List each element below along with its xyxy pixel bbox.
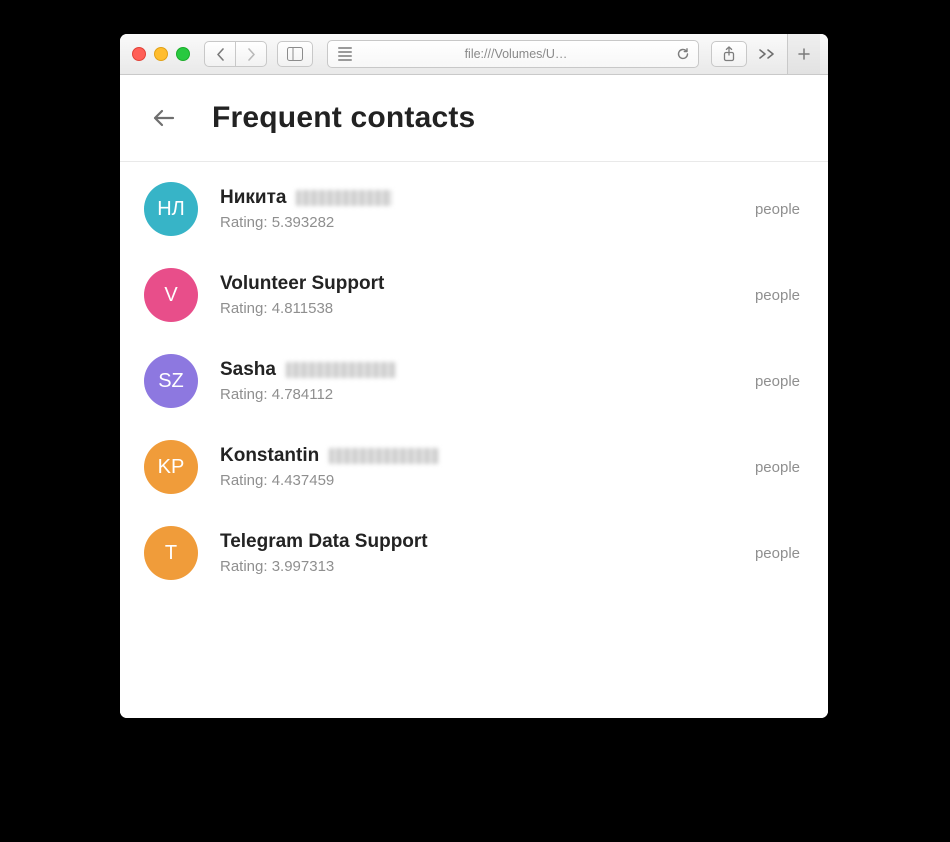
contacts-list: НЛ Никита Rating: 5.393282 people V Volunteer…: [120, 162, 828, 604]
contact-name-visible: Konstantin: [220, 445, 319, 467]
contact-name: Sasha: [220, 359, 743, 381]
rating-value: 4.437459: [272, 472, 335, 489]
back-button[interactable]: [204, 41, 236, 67]
contact-rating: Rating: 3.997313: [220, 558, 743, 575]
close-window-button[interactable]: [132, 47, 146, 61]
forward-button[interactable]: [236, 41, 267, 67]
contact-info: Sasha Rating: 4.784112: [220, 359, 743, 403]
contact-tag: people: [755, 287, 800, 304]
nav-buttons: [204, 41, 267, 67]
avatar: SZ: [144, 354, 198, 408]
share-button[interactable]: [711, 41, 747, 67]
address-bar[interactable]: file:///Volumes/U…: [327, 40, 699, 68]
rating-value: 5.393282: [272, 214, 335, 231]
avatar: НЛ: [144, 182, 198, 236]
rating-label: Rating:: [220, 386, 272, 403]
contact-info: Volunteer Support Rating: 4.811538: [220, 273, 743, 317]
contact-row[interactable]: KP Konstantin Rating: 4.437459 people: [120, 424, 828, 510]
contact-name-visible: Никита: [220, 187, 286, 209]
sidebar-toggle-button[interactable]: [277, 41, 313, 67]
page-content: Frequent contacts НЛ Никита Rating: 5.3932…: [120, 75, 828, 718]
contact-tag: people: [755, 459, 800, 476]
contact-row[interactable]: T Telegram Data Support Rating: 3.997313 pe…: [120, 510, 828, 596]
contact-rating: Rating: 4.437459: [220, 472, 743, 489]
contact-row[interactable]: V Volunteer Support Rating: 4.811538 people: [120, 252, 828, 338]
contact-name: Konstantin: [220, 445, 743, 467]
contact-row[interactable]: НЛ Никита Rating: 5.393282 people: [120, 166, 828, 252]
window-controls: [132, 47, 190, 61]
safari-window: file:///Volumes/U… Frequent cont: [120, 34, 828, 718]
minimize-window-button[interactable]: [154, 47, 168, 61]
contact-name: Никита: [220, 187, 743, 209]
page-header: Frequent contacts: [120, 75, 828, 162]
rating-value: 3.997313: [272, 558, 335, 575]
page-back-button[interactable]: [144, 98, 184, 138]
contact-rating: Rating: 4.811538: [220, 300, 743, 317]
contact-name-visible: Telegram Data Support: [220, 531, 428, 553]
contact-rating: Rating: 5.393282: [220, 214, 743, 231]
contact-rating: Rating: 4.784112: [220, 386, 743, 403]
rating-value: 4.811538: [272, 300, 333, 317]
avatar: T: [144, 526, 198, 580]
zoom-window-button[interactable]: [176, 47, 190, 61]
redacted-surname: [286, 362, 396, 378]
contact-info: Telegram Data Support Rating: 3.997313: [220, 531, 743, 575]
redacted-surname: [329, 448, 439, 464]
rating-label: Rating:: [220, 300, 272, 317]
avatar: V: [144, 268, 198, 322]
contact-info: Konstantin Rating: 4.437459: [220, 445, 743, 489]
rating-value: 4.784112: [272, 386, 333, 403]
contact-info: Никита Rating: 5.393282: [220, 187, 743, 231]
contact-row[interactable]: SZ Sasha Rating: 4.784112 people: [120, 338, 828, 424]
contact-tag: people: [755, 373, 800, 390]
rating-label: Rating:: [220, 214, 272, 231]
redacted-surname: [296, 190, 392, 206]
avatar: KP: [144, 440, 198, 494]
new-tab-button[interactable]: [787, 34, 820, 74]
reload-button[interactable]: [676, 47, 690, 61]
contact-name: Volunteer Support: [220, 273, 743, 295]
address-url: file:///Volumes/U…: [366, 47, 666, 61]
page-title: Frequent contacts: [212, 101, 475, 135]
contact-name-visible: Sasha: [220, 359, 276, 381]
contact-tag: people: [755, 201, 800, 218]
contact-name: Telegram Data Support: [220, 531, 743, 553]
rating-label: Rating:: [220, 558, 272, 575]
overflow-button[interactable]: [755, 48, 781, 60]
window-titlebar: file:///Volumes/U…: [120, 34, 828, 75]
contact-tag: people: [755, 545, 800, 562]
reader-icon[interactable]: [338, 47, 352, 61]
rating-label: Rating:: [220, 472, 272, 489]
contact-name-visible: Volunteer Support: [220, 273, 384, 295]
